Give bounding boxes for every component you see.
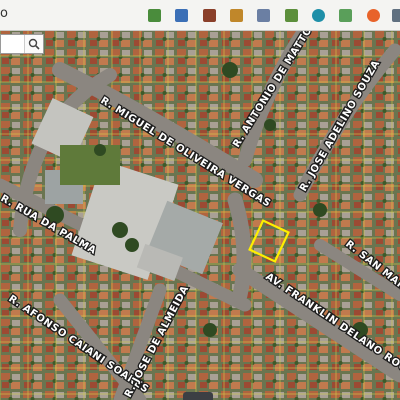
map-view[interactable]: R. MIGUEL DE OLIVEIRA VERGASR. ANTONIO D… [0, 30, 400, 400]
layer-add-button[interactable] [144, 5, 164, 25]
map-control-handle[interactable] [183, 392, 213, 400]
edit-paint-icon [229, 8, 243, 22]
toolbar-lead-text: o [0, 6, 8, 21]
satellite-map[interactable]: R. MIGUEL DE OLIVEIRA VERGASR. ANTONIO D… [0, 30, 400, 400]
map-layers-button[interactable] [335, 5, 355, 25]
edit-paint-button[interactable] [226, 5, 246, 25]
save-document-button[interactable] [281, 5, 301, 25]
zoom-search-icon [174, 8, 188, 22]
cube-3d-icon [202, 8, 216, 22]
layer-add-icon [147, 8, 161, 22]
satellite-button[interactable] [388, 5, 400, 25]
map-layers-icon [338, 8, 352, 22]
red-ball-button[interactable] [363, 5, 383, 25]
red-ball-icon [366, 8, 380, 22]
globe-icon [311, 8, 325, 22]
satellite-icon [391, 8, 400, 22]
save-document-icon [284, 8, 298, 22]
measure-ruler-icon [256, 8, 270, 22]
globe-button[interactable] [308, 5, 328, 25]
toolbar: o [0, 0, 400, 31]
measure-ruler-button[interactable] [253, 5, 273, 25]
search-button[interactable] [24, 35, 43, 53]
search-box [0, 34, 44, 54]
cube-3d-button[interactable] [199, 5, 219, 25]
search-icon [28, 38, 40, 50]
zoom-search-button[interactable] [171, 5, 191, 25]
